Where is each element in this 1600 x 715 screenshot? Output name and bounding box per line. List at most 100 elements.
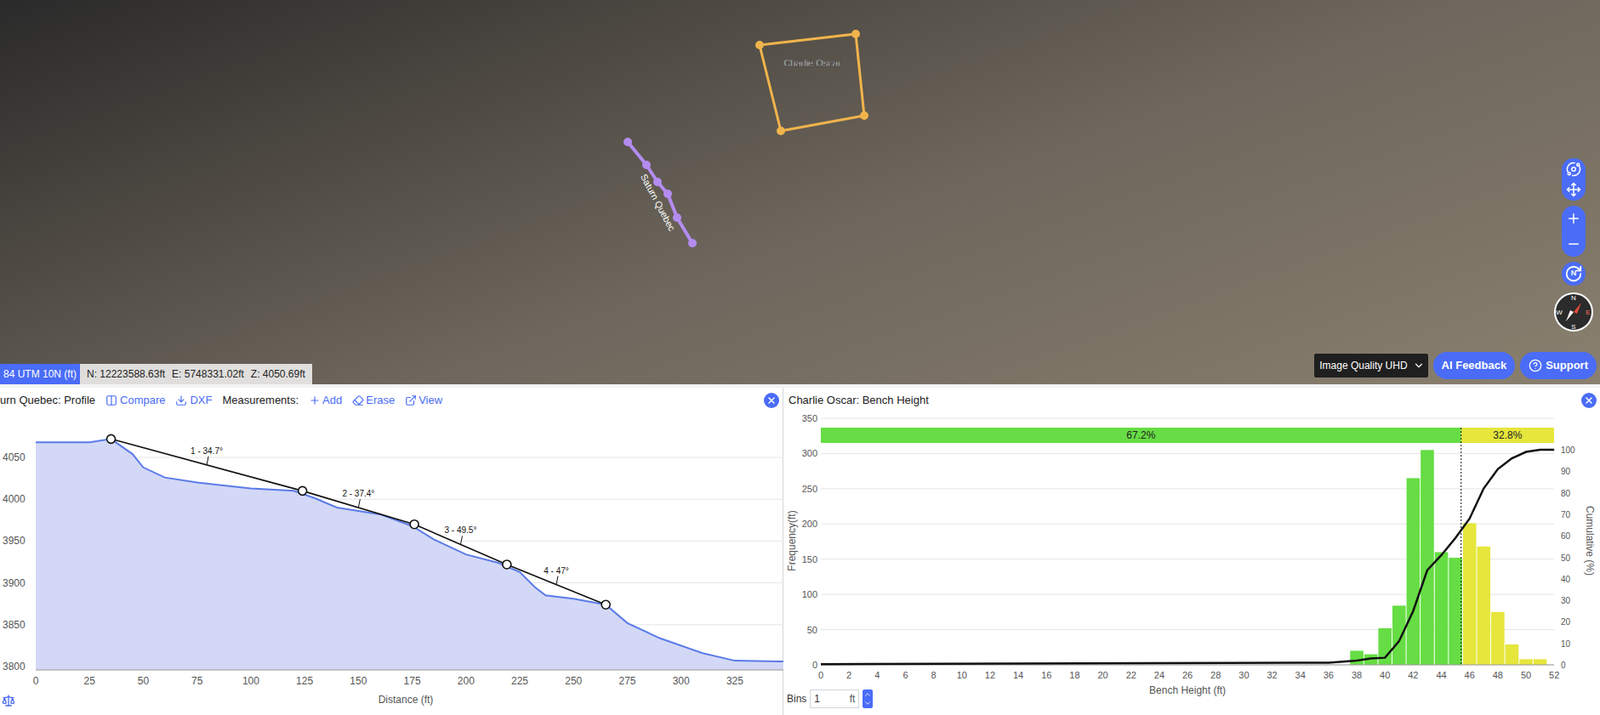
- panel-action[interactable]: DXF: [175, 392, 212, 410]
- bench-histogram[interactable]: 0501001502002503003500102030405060708090…: [783, 413, 1598, 715]
- measurement-segment[interactable]: 1 - 34.7°: [111, 438, 303, 491]
- decrement-icon[interactable]: [863, 699, 872, 708]
- orbit-icon[interactable]: [1565, 161, 1582, 177]
- x-tick: 44: [1435, 670, 1447, 681]
- histogram-bar[interactable]: [1377, 628, 1392, 666]
- bins-input[interactable]: 1ft: [809, 689, 860, 709]
- polygon-vertex[interactable]: [776, 126, 786, 136]
- y2-tick: 10: [1560, 639, 1572, 650]
- y-tick: 4000: [2, 493, 26, 506]
- polygon-vertex[interactable]: [859, 111, 869, 120]
- close-profile-button[interactable]: [763, 392, 780, 409]
- y2-tick: 30: [1560, 596, 1572, 606]
- x-tick: 6: [902, 670, 908, 681]
- profile-chart[interactable]: 4050400039503900385038000255075100125150…: [0, 413, 784, 715]
- x-tick: 52: [1548, 670, 1560, 681]
- ai-feedback-button[interactable]: AI Feedback: [1433, 352, 1516, 380]
- svg-text:N: N: [1571, 294, 1577, 302]
- measurement-action-icon: [352, 394, 365, 407]
- y2-tick: 100: [1560, 445, 1576, 456]
- threshold-line: [1460, 427, 1462, 666]
- polyline-vertex[interactable]: [688, 239, 697, 248]
- zoom-out-icon[interactable]: [1565, 236, 1582, 252]
- above-share-label: 32.8%: [1492, 429, 1522, 442]
- histogram-bar[interactable]: [1519, 659, 1533, 666]
- bins-control: Bins1ft: [786, 689, 873, 709]
- 3d-viewport[interactable]: Charlie OscarSaturn QuebecNNESW84 UTM 10…: [0, 0, 1600, 385]
- x-tick: 50: [1520, 670, 1532, 681]
- terrain-line: [35, 438, 784, 662]
- x-tick: 16: [1041, 670, 1052, 681]
- y-tick: 200: [802, 518, 818, 530]
- measurement-point[interactable]: [107, 434, 116, 444]
- annotation-layer: Charlie OscarSaturn Quebec: [0, 0, 1600, 385]
- histogram-bar[interactable]: [1533, 659, 1548, 666]
- dropdown-icon: [1412, 359, 1425, 372]
- reset-north-button[interactable]: N: [1561, 261, 1586, 286]
- measurement-point[interactable]: [409, 520, 419, 530]
- profile-header: urn Quebec: ProfileCompareDXFMeasurement…: [0, 387, 783, 414]
- panel-action[interactable]: Compare: [105, 392, 166, 410]
- measurement-point[interactable]: [298, 486, 308, 496]
- coordinate: E: 5748331.02ft: [171, 366, 245, 382]
- y2-tick: 90: [1560, 466, 1572, 477]
- y-tick: 4050: [2, 451, 26, 464]
- y-tick: 150: [802, 554, 818, 565]
- polygon-vertex[interactable]: [851, 29, 860, 39]
- coordinate: N: 12223588.63ft: [86, 366, 166, 382]
- crs-label[interactable]: 84 UTM 10N (ft): [0, 364, 80, 385]
- polyline-vertex[interactable]: [663, 189, 672, 199]
- y-axis-label: Frequency(ft): [785, 510, 798, 571]
- polygon-label: Charlie Oscar: [783, 57, 842, 69]
- y-tick: 300: [802, 448, 818, 459]
- histogram-bar[interactable]: [1476, 546, 1491, 666]
- measurement-action[interactable]: Erase: [352, 392, 395, 410]
- polygon-annotation[interactable]: [759, 34, 865, 131]
- scale-icon[interactable]: [1, 694, 16, 708]
- histogram-bar[interactable]: [1491, 612, 1505, 666]
- x-tick: 25: [84, 675, 97, 688]
- measurement-segment[interactable]: 4 - 47°: [506, 564, 606, 605]
- compass-icon[interactable]: NESW: [1552, 290, 1595, 334]
- measurement-segment[interactable]: 2 - 37.4°: [302, 489, 416, 525]
- measurement-action[interactable]: View: [404, 392, 443, 410]
- y-tick: 50: [807, 625, 818, 636]
- histogram-bar[interactable]: [1406, 478, 1421, 666]
- x-tick: 100: [242, 675, 260, 688]
- histogram-bar[interactable]: [1420, 449, 1435, 666]
- histogram-bar[interactable]: [1349, 650, 1364, 666]
- measurement-segment[interactable]: 3 - 49.5°: [414, 524, 507, 565]
- bench-header: Charlie Oscar: Bench Height: [783, 387, 1600, 414]
- profile-panel: urn Quebec: ProfileCompareDXFMeasurement…: [0, 387, 784, 715]
- y2-tick: 80: [1560, 489, 1572, 499]
- zoom-in-icon[interactable]: [1565, 210, 1582, 227]
- measurement-point[interactable]: [502, 560, 512, 570]
- x-tick: 150: [349, 675, 367, 688]
- histogram-bar[interactable]: [1448, 558, 1463, 666]
- terrain-area: [35, 438, 784, 671]
- histogram-bar[interactable]: [1434, 552, 1449, 666]
- increment-icon[interactable]: [863, 690, 872, 700]
- polyline-annotation[interactable]: [627, 142, 693, 244]
- image-quality-select[interactable]: Image Quality UHD: [1314, 353, 1428, 378]
- y2-tick: 20: [1560, 617, 1572, 627]
- histogram-bar[interactable]: [1463, 523, 1477, 666]
- polygon-vertex[interactable]: [755, 40, 764, 50]
- histogram-bar[interactable]: [1392, 605, 1407, 666]
- action-icon: [175, 394, 188, 407]
- support-button[interactable]: Support: [1520, 352, 1597, 380]
- x-tick: 300: [672, 675, 690, 688]
- bins-spinner[interactable]: [862, 689, 873, 709]
- x-tick: 26: [1182, 670, 1193, 681]
- histogram-bar[interactable]: [1505, 644, 1520, 666]
- x-tick: 2: [846, 670, 852, 681]
- polyline-vertex[interactable]: [623, 137, 633, 147]
- pan-icon[interactable]: [1565, 182, 1582, 198]
- measurement-point[interactable]: [601, 600, 610, 610]
- measurement-action[interactable]: Add: [308, 392, 342, 410]
- x-tick: 30: [1238, 670, 1249, 681]
- zoom-pill: [1561, 205, 1586, 257]
- close-bench-button[interactable]: [1581, 392, 1597, 409]
- polyline-vertex[interactable]: [642, 160, 651, 170]
- x-tick: 0: [818, 670, 824, 681]
